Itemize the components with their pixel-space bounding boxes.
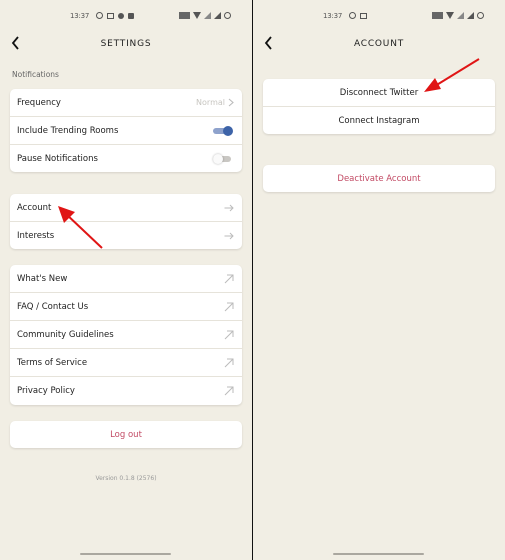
signal-icon <box>214 12 221 19</box>
status-bar: 13:37 <box>0 10 252 24</box>
account-label: Account <box>17 202 52 213</box>
connect-instagram-label: Connect Instagram <box>338 115 420 126</box>
section-label-notifications: Notifications <box>12 70 59 79</box>
external-link-icon <box>224 386 234 396</box>
battery-icon <box>477 12 484 19</box>
connect-instagram-button[interactable]: Connect Instagram <box>263 107 495 134</box>
pause-notifications-row: Pause Notifications <box>10 145 242 172</box>
notifications-card: Frequency Normal Include Trending Rooms … <box>10 89 242 172</box>
whatsapp-icon <box>96 12 103 19</box>
interests-label: Interests <box>17 230 55 241</box>
nfc-icon <box>179 12 190 19</box>
nfc-icon <box>432 12 443 19</box>
laptop-icon <box>107 12 114 19</box>
external-link-icon <box>224 274 234 283</box>
privacy-policy-label: Privacy Policy <box>17 386 75 396</box>
arrow-right-icon <box>224 204 234 211</box>
frequency-label: Frequency <box>17 97 61 108</box>
pause-notifications-label: Pause Notifications <box>17 153 98 164</box>
trending-rooms-label: Include Trending Rooms <box>17 125 119 136</box>
external-link-icon <box>224 358 234 367</box>
disconnect-twitter-button[interactable]: Disconnect Twitter <box>263 79 495 107</box>
account-row[interactable]: Account <box>10 194 242 222</box>
whatsapp-icon <box>349 12 356 19</box>
image-icon <box>128 12 134 19</box>
logout-button[interactable]: Log out <box>10 421 242 448</box>
page-title: SETTINGS <box>100 39 152 49</box>
disconnect-twitter-label: Disconnect Twitter <box>339 87 419 98</box>
deactivate-account-button[interactable]: Deactivate Account <box>263 165 495 192</box>
interests-row[interactable]: Interests <box>10 222 242 249</box>
external-link-icon <box>224 330 234 339</box>
header: ACCOUNT <box>253 34 505 54</box>
account-screen: 13:37 ACCOUNT Disconnect Twitter Connect… <box>253 0 505 560</box>
battery-icon <box>224 12 231 19</box>
frequency-row[interactable]: Frequency Normal <box>10 89 242 117</box>
settings-screen: 13:37 SETTINGS Notifications Frequency N… <box>0 0 252 560</box>
whats-new-row[interactable]: What's New <box>10 265 242 293</box>
wifi-icon <box>193 12 201 19</box>
deactivate-account-label: Deactivate Account <box>337 173 421 184</box>
status-bar: 13:37 <box>253 10 505 24</box>
arrow-right-icon <box>224 232 234 239</box>
wifi-icon <box>446 12 454 19</box>
faq-label: FAQ / Contact Us <box>17 301 89 312</box>
trending-rooms-row: Include Trending Rooms <box>10 117 242 145</box>
community-guidelines-label: Community Guidelines <box>17 329 114 340</box>
privacy-policy-row[interactable]: Privacy Policy <box>10 377 242 405</box>
status-time: 13:37 <box>323 12 343 20</box>
external-link-icon <box>224 302 234 311</box>
pause-notifications-toggle[interactable] <box>213 153 233 164</box>
laptop-icon <box>360 12 367 19</box>
account-card: Account Interests <box>10 194 242 249</box>
social-card: Disconnect Twitter Connect Instagram <box>263 79 495 134</box>
links-card: What's New FAQ / Contact Us Community Gu… <box>10 265 242 405</box>
signal-icon <box>457 12 464 19</box>
home-indicator[interactable] <box>80 553 171 555</box>
signal-icon <box>204 12 211 19</box>
header: SETTINGS <box>0 34 252 54</box>
status-time: 13:37 <box>70 12 90 20</box>
home-indicator[interactable] <box>333 553 424 555</box>
terms-row[interactable]: Terms of Service <box>10 349 242 377</box>
community-guidelines-row[interactable]: Community Guidelines <box>10 321 242 349</box>
terms-label: Terms of Service <box>17 357 88 368</box>
trending-rooms-toggle[interactable] <box>213 125 233 136</box>
version-text: Version 0.1.8 (2576) <box>95 475 157 482</box>
faq-row[interactable]: FAQ / Contact Us <box>10 293 242 321</box>
frequency-value: Normal <box>196 98 225 107</box>
signal-icon <box>467 12 474 19</box>
app-icon <box>118 12 124 19</box>
whats-new-label: What's New <box>17 273 68 284</box>
page-title: ACCOUNT <box>353 39 405 49</box>
chevron-right-icon <box>228 98 234 107</box>
